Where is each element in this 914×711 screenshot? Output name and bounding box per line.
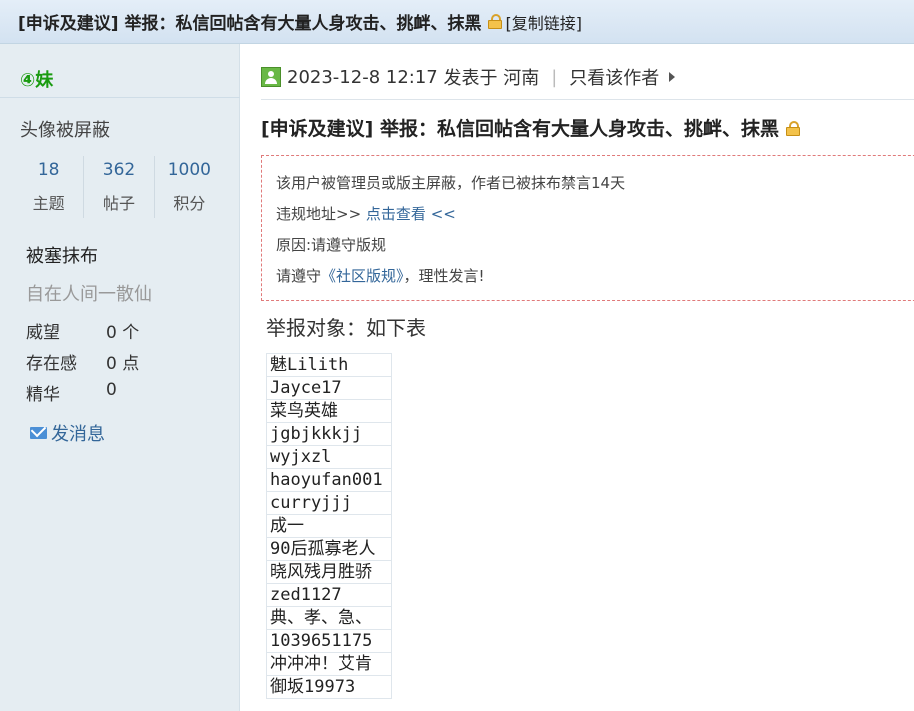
user-group[interactable]: 被塞抹布 xyxy=(26,242,98,268)
table-row: 魅Lilith xyxy=(266,353,392,377)
violation-prefix: 违规地址>> xyxy=(276,205,366,223)
thread-title: [申诉及建议] 举报：私信回帖含有大量人身攻击、挑衅、抹黑 xyxy=(18,14,482,34)
target-username: haoyufan001 xyxy=(266,468,392,492)
divider xyxy=(0,97,240,98)
stat-value: 362 xyxy=(102,160,136,180)
table-row: 冲冲冲！艾肯 xyxy=(266,652,392,676)
view-violation-link[interactable]: 点击查看 xyxy=(366,205,426,223)
caret-right-icon xyxy=(669,72,676,82)
send-message-label: 发消息 xyxy=(51,424,105,445)
table-row: wyjxzl xyxy=(266,445,392,469)
post-title-text: [申诉及建议] 举报：私信回帖含有大量人身攻击、挑衅、抹黑 xyxy=(261,118,779,140)
target-username: Jayce17 xyxy=(266,376,392,400)
table-row: 典、孝、急、 xyxy=(266,606,392,630)
table-row: 90后孤寡老人 xyxy=(266,537,392,561)
report-target-table: 魅Lilith Jayce17 菜鸟英雄 jgbjkkkjj wyjxzl haoyufa… xyxy=(266,353,392,699)
author-stats: 18 主题 362 帖子 1000 积分 xyxy=(14,156,224,218)
property-label: 精华 xyxy=(26,385,60,405)
notice-violation: 违规地址>> 点击查看 << xyxy=(276,203,456,224)
property-label: 存在感 xyxy=(26,354,77,374)
stat-value: 1000 xyxy=(167,160,211,180)
post-location: 发表于 河南 xyxy=(443,68,540,89)
target-username: wyjxzl xyxy=(266,445,392,469)
target-username: zed1127 xyxy=(266,583,392,607)
mail-icon xyxy=(30,427,47,439)
table-row: 成一 xyxy=(266,514,392,538)
table-row: zed1127 xyxy=(266,583,392,607)
lock-icon xyxy=(785,121,800,136)
table-row: haoyufan001 xyxy=(266,468,392,492)
target-username: 魅Lilith xyxy=(266,353,392,377)
table-row: 菜鸟英雄 xyxy=(266,399,392,423)
author-name[interactable]: ④妹 xyxy=(20,66,53,92)
report-target-label: 举报对象：如下表 xyxy=(266,316,426,340)
property-label: 威望 xyxy=(26,323,60,343)
author-only-link[interactable]: 只看该作者 xyxy=(569,64,659,90)
target-username: 冲冲冲！艾肯 xyxy=(266,652,392,676)
notice-rules: 请遵守《社区版规》，理性发言! xyxy=(276,265,485,286)
target-username: 成一 xyxy=(266,514,392,538)
property-value: 0 点 xyxy=(106,354,140,374)
thread-header: [申诉及建议] 举报：私信回帖含有大量人身攻击、挑衅、抹黑 [复制链接] xyxy=(0,0,914,44)
notice-reason: 原因:请遵守版规 xyxy=(276,236,387,254)
table-row: 1039651175 xyxy=(266,629,392,653)
post-meta: 2023-12-8 12:17 发表于 河南 | 只看该作者 xyxy=(261,64,676,90)
table-row: jgbjkkkjj xyxy=(266,422,392,446)
property-value: 0 xyxy=(106,380,117,400)
target-username: 御坂19973 xyxy=(266,675,392,699)
table-row: 晓风残月胜骄 xyxy=(266,560,392,584)
divider xyxy=(261,99,914,100)
online-user-icon xyxy=(261,67,281,87)
property-presence: 存在感 0 点 xyxy=(26,349,139,374)
post-date: 2023-12-8 12:17 xyxy=(287,66,438,88)
property-prestige: 威望 0 个 xyxy=(26,318,139,343)
target-username: 90后孤寡老人 xyxy=(266,537,392,561)
stat-posts[interactable]: 362 帖子 xyxy=(83,156,153,218)
meta-divider: | xyxy=(551,66,558,88)
notice-blocked: 该用户被管理员或版主屏蔽，作者已被抹布禁言14天 xyxy=(276,174,626,192)
moderation-notice: 该用户被管理员或版主屏蔽，作者已被抹布禁言14天 违规地址>> 点击查看 << … xyxy=(261,155,914,301)
lock-icon xyxy=(488,14,503,29)
property-essence: 精华 0 xyxy=(26,380,117,405)
send-message-link[interactable]: 发消息 xyxy=(30,420,105,446)
avatar-blocked-text: 头像被屏蔽 xyxy=(20,120,110,141)
property-value: 0 个 xyxy=(106,323,140,343)
target-username: 典、孝、急、 xyxy=(266,606,392,630)
stat-label: 主题 xyxy=(32,194,65,213)
stat-label: 帖子 xyxy=(102,194,135,213)
post-title: [申诉及建议] 举报：私信回帖含有大量人身攻击、挑衅、抹黑 xyxy=(261,114,800,141)
rules-prefix: 请遵守 xyxy=(276,267,322,285)
target-username: 菜鸟英雄 xyxy=(266,399,392,423)
stat-label: 积分 xyxy=(173,194,206,213)
table-row: Jayce17 xyxy=(266,376,392,400)
stat-credits[interactable]: 1000 积分 xyxy=(153,156,224,218)
community-rules-link[interactable]: 《社区版规》 xyxy=(321,267,404,285)
user-signature: 自在人间一散仙 xyxy=(26,284,152,305)
table-row: curryjjj xyxy=(266,491,392,515)
target-username: jgbjkkkjj xyxy=(266,422,392,446)
rules-suffix: ，理性发言! xyxy=(403,267,485,285)
stat-value: 18 xyxy=(37,160,60,180)
target-username: 1039651175 xyxy=(266,629,392,653)
post-content: 2023-12-8 12:17 发表于 河南 | 只看该作者 [申诉及建议] 举… xyxy=(241,44,914,711)
target-username: curryjjj xyxy=(266,491,392,515)
target-username: 晓风残月胜骄 xyxy=(266,560,392,584)
copy-link-button[interactable]: [复制链接] xyxy=(505,10,582,34)
violation-suffix: << xyxy=(425,205,456,223)
stat-topics[interactable]: 18 主题 xyxy=(14,156,83,218)
author-sidebar: ④妹 头像被屏蔽 18 主题 362 帖子 1000 积分 被塞抹布 自在人间一… xyxy=(0,44,240,711)
table-row: 御坂19973 xyxy=(266,675,392,699)
